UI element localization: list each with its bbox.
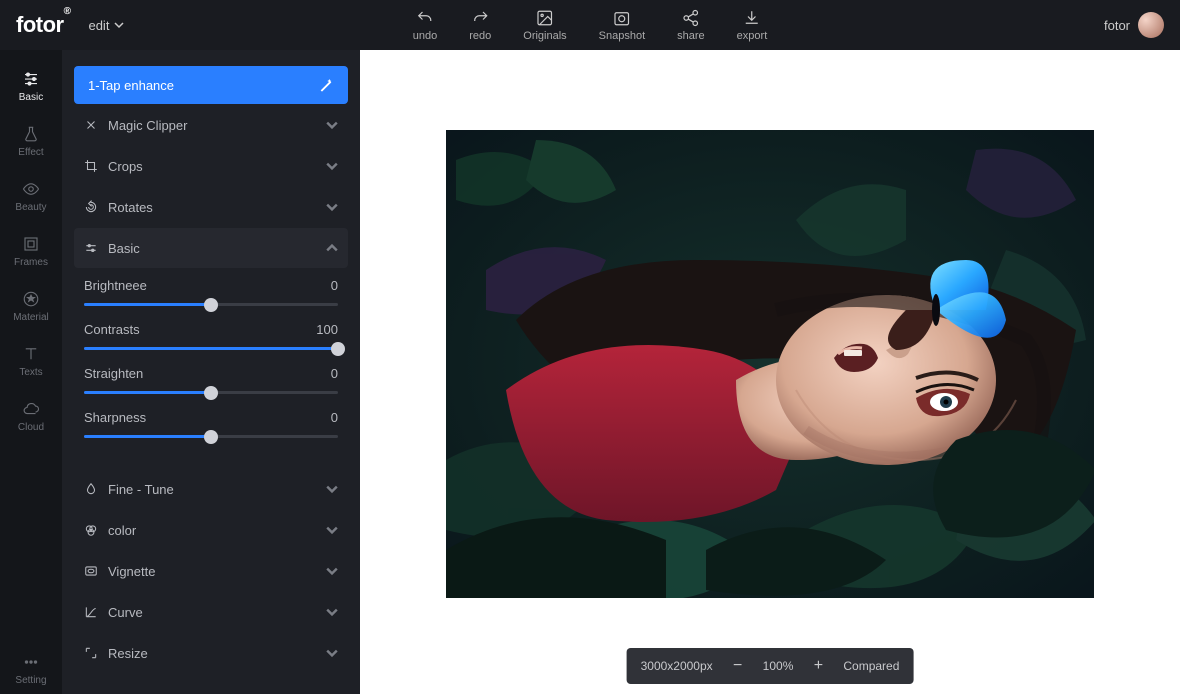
- top-bar: fotor® edit undo redo Originals Snapshot…: [0, 0, 1180, 50]
- scissors-icon: [84, 118, 98, 132]
- share-button[interactable]: share: [677, 9, 705, 42]
- canvas-area: 3000x2000px − 100% + Compared: [360, 50, 1180, 694]
- dots-icon: [22, 653, 40, 671]
- chevron-down-icon: [326, 483, 338, 495]
- user-menu[interactable]: fotor: [1104, 12, 1164, 38]
- sidebar-item-beauty[interactable]: Beauty: [0, 170, 62, 221]
- sidebar-item-setting[interactable]: Setting: [0, 643, 62, 694]
- tool-rotates[interactable]: Rotates: [74, 187, 348, 227]
- zoom-out-button[interactable]: −: [729, 657, 747, 675]
- slider-track[interactable]: [84, 435, 338, 438]
- zoom-level: 100%: [763, 659, 794, 673]
- color-icon: [84, 523, 98, 537]
- basic-sliders: Brightneee0 Contrasts100 Straighten0 Sha…: [74, 268, 348, 468]
- tool-crops[interactable]: Crops: [74, 146, 348, 186]
- text-icon: [22, 345, 40, 363]
- sidebar: Basic Effect Beauty Frames Material Text…: [0, 50, 62, 694]
- zoom-in-button[interactable]: +: [809, 657, 827, 675]
- slider-track[interactable]: [84, 347, 338, 350]
- download-icon: [743, 9, 761, 27]
- slider-sharpness[interactable]: Sharpness0: [84, 410, 338, 438]
- image-dimensions: 3000x2000px: [641, 659, 713, 673]
- frame-icon: [22, 235, 40, 253]
- tools-panel: 1-Tap enhance Magic Clipper Crops Rotate…: [62, 50, 360, 694]
- chevron-down-icon: [326, 524, 338, 536]
- one-tap-enhance-button[interactable]: 1-Tap enhance: [74, 66, 348, 104]
- avatar: [1138, 12, 1164, 38]
- sidebar-item-material[interactable]: Material: [0, 280, 62, 331]
- crop-icon: [84, 159, 98, 173]
- cloud-icon: [22, 400, 40, 418]
- image-icon: [536, 9, 554, 27]
- tool-fine-tune[interactable]: Fine - Tune: [74, 469, 348, 509]
- export-button[interactable]: export: [737, 9, 768, 42]
- chevron-down-icon: [326, 606, 338, 618]
- star-circle-icon: [22, 290, 40, 308]
- photo-illustration: [446, 130, 1094, 598]
- mode-label: edit: [88, 18, 109, 33]
- sidebar-item-frames[interactable]: Frames: [0, 225, 62, 276]
- drop-icon: [84, 482, 98, 496]
- sidebar-item-effect[interactable]: Effect: [0, 115, 62, 166]
- slider-thumb[interactable]: [331, 342, 345, 356]
- redo-button[interactable]: redo: [469, 9, 491, 42]
- slider-thumb[interactable]: [204, 298, 218, 312]
- sliders-icon: [84, 241, 98, 255]
- canvas-image[interactable]: [446, 130, 1094, 598]
- slider-brightness[interactable]: Brightneee0: [84, 278, 338, 306]
- chevron-down-icon: [326, 647, 338, 659]
- resize-icon: [84, 646, 98, 660]
- camera-icon: [613, 9, 631, 27]
- slider-track[interactable]: [84, 303, 338, 306]
- slider-contrasts[interactable]: Contrasts100: [84, 322, 338, 350]
- eye-icon: [22, 180, 40, 198]
- undo-icon: [416, 9, 434, 27]
- slider-track[interactable]: [84, 391, 338, 394]
- chevron-down-icon: [326, 119, 338, 131]
- undo-button[interactable]: undo: [413, 9, 437, 42]
- tool-resize[interactable]: Resize: [74, 633, 348, 673]
- sidebar-item-texts[interactable]: Texts: [0, 335, 62, 386]
- chevron-up-icon: [326, 242, 338, 254]
- vignette-icon: [84, 564, 98, 578]
- mode-dropdown[interactable]: edit: [88, 18, 124, 33]
- share-icon: [682, 9, 700, 27]
- slider-thumb[interactable]: [204, 430, 218, 444]
- originals-button[interactable]: Originals: [523, 9, 566, 42]
- redo-icon: [471, 9, 489, 27]
- tool-curve[interactable]: Curve: [74, 592, 348, 632]
- rotate-icon: [84, 200, 98, 214]
- tool-magic-clipper[interactable]: Magic Clipper: [74, 105, 348, 145]
- sliders-icon: [22, 70, 40, 88]
- snapshot-button[interactable]: Snapshot: [599, 9, 645, 42]
- tool-color[interactable]: color: [74, 510, 348, 550]
- user-name: fotor: [1104, 18, 1130, 33]
- canvas-status-bar: 3000x2000px − 100% + Compared: [627, 648, 914, 684]
- chevron-down-icon: [114, 20, 124, 30]
- logo: fotor®: [16, 12, 70, 38]
- chevron-down-icon: [326, 160, 338, 172]
- chevron-down-icon: [326, 201, 338, 213]
- slider-straighten[interactable]: Straighten0: [84, 366, 338, 394]
- tool-basic[interactable]: Basic: [74, 228, 348, 268]
- wand-icon: [318, 77, 334, 93]
- slider-thumb[interactable]: [204, 386, 218, 400]
- flask-icon: [22, 125, 40, 143]
- top-actions: undo redo Originals Snapshot share expor…: [413, 9, 768, 42]
- tool-vignette[interactable]: Vignette: [74, 551, 348, 591]
- compared-toggle[interactable]: Compared: [843, 659, 899, 673]
- sidebar-item-basic[interactable]: Basic: [0, 60, 62, 111]
- sidebar-item-cloud[interactable]: Cloud: [0, 390, 62, 441]
- curve-icon: [84, 605, 98, 619]
- chevron-down-icon: [326, 565, 338, 577]
